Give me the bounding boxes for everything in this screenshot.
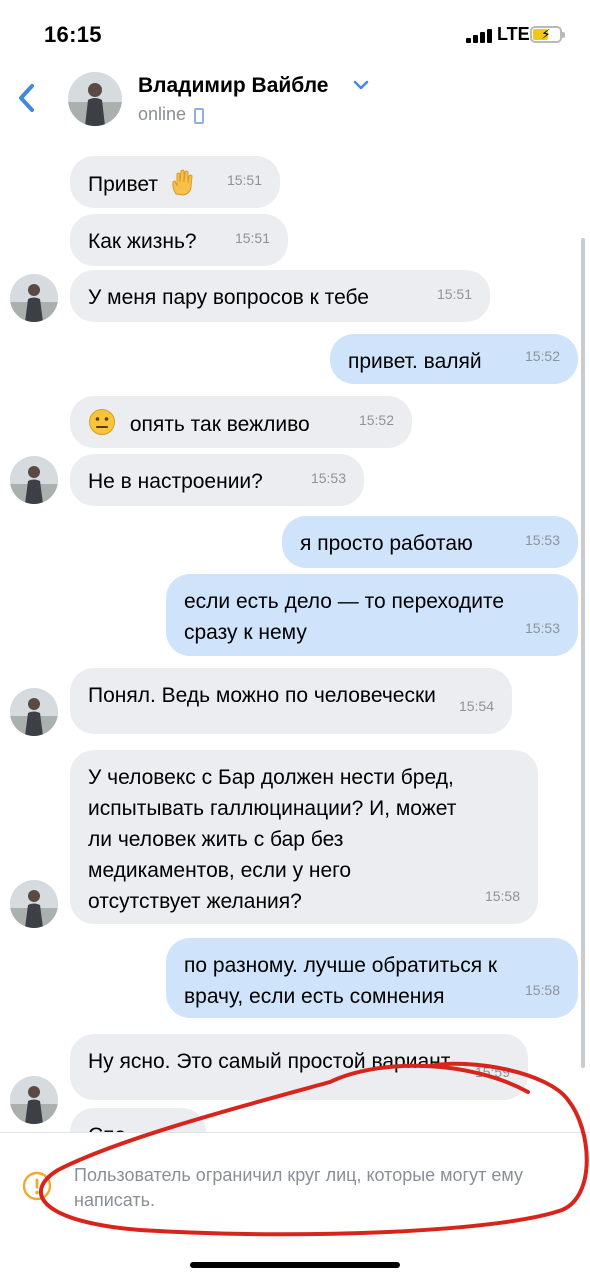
message-text: Понял. Ведь можно по человечески [88, 684, 436, 707]
restriction-text: Пользователь ограничил круг лиц, которые… [74, 1165, 523, 1210]
message-text: Не в настроении? [88, 470, 263, 493]
message-text: Ну ясно. Это самый простой вариант [88, 1050, 451, 1073]
message-text: Спа [88, 1124, 126, 1132]
message-time: 15:52 [524, 348, 560, 364]
waving-hand-icon [172, 169, 193, 196]
status-time: 16:15 [44, 22, 102, 47]
message-bubble[interactable]: Как жизнь? 15:51 [70, 214, 288, 266]
message-text: я просто работаю [300, 532, 473, 555]
message-text: У человекс с Бар должен нести бред, испы… [88, 766, 457, 913]
message-bubble[interactable]: У меня пару вопросов к тебе 15:51 [70, 270, 490, 322]
contact-status: online [138, 104, 187, 124]
message-bubble[interactable]: опять так вежливо 15:52 [70, 396, 412, 448]
chevron-down-icon[interactable] [352, 78, 370, 92]
message-time: 15:51 [226, 172, 262, 188]
message-bubble[interactable]: Ну ясно. Это самый простой вариант 15:59 [70, 1034, 528, 1100]
message-text: Привет [88, 173, 159, 196]
message-time: 15:53 [524, 532, 560, 548]
neutral-face-icon [89, 409, 115, 435]
back-button[interactable] [12, 78, 44, 118]
warning-circle-icon [22, 1171, 52, 1201]
message-time: 15:52 [358, 412, 394, 428]
message-text: Как жизнь? [88, 230, 197, 253]
message-text: если есть дело — то переходите сразу к н… [184, 590, 505, 644]
message-bubble[interactable]: привет. валяй 15:52 [330, 334, 578, 384]
message-text: по разному. лучше обратиться к врачу, ес… [184, 954, 498, 1008]
chevron-left-icon [19, 84, 34, 112]
battery-icon: ⚡ [530, 26, 565, 43]
network-label: LTE [497, 24, 530, 44]
scrollbar[interactable] [581, 238, 585, 1068]
message-text: опять так вежливо [129, 413, 310, 436]
message-bubble[interactable]: Понял. Ведь можно по человечески 15:54 [70, 668, 512, 734]
message-bubble[interactable]: Не в настроении? 15:53 [70, 454, 364, 506]
message-bubble[interactable]: У человекс с Бар должен нести бред, испы… [70, 750, 538, 924]
status-bar: 16:15 LTE ⚡ [0, 0, 590, 64]
message-time: 15:53 [310, 470, 346, 486]
message-bubble[interactable]: по разному. лучше обратиться к врачу, ес… [166, 938, 578, 1018]
message-bubble[interactable]: если есть дело — то переходите сразу к н… [166, 574, 578, 656]
message-bubble[interactable]: Привет 15:51 [70, 156, 280, 208]
write-restriction-notice: Пользователь ограничил круг лиц, которые… [0, 1132, 590, 1280]
contact-name[interactable]: Владимир Вайбле [138, 74, 328, 98]
message-time: 15:59 [474, 1064, 510, 1080]
sender-avatar[interactable] [10, 456, 58, 504]
message-time: 15:53 [524, 620, 560, 636]
message-bubble[interactable]: Спа [70, 1108, 206, 1132]
message-text: У меня пару вопросов к тебе [88, 286, 369, 309]
home-indicator[interactable] [190, 1262, 400, 1268]
message-time: 15:54 [458, 698, 494, 714]
sender-avatar[interactable] [10, 274, 58, 322]
message-time: 15:51 [234, 230, 270, 246]
contact-avatar[interactable] [68, 72, 122, 126]
sender-avatar[interactable] [10, 1076, 58, 1124]
sender-avatar[interactable] [10, 880, 58, 928]
message-time: 15:58 [484, 888, 520, 904]
message-time: 15:58 [524, 982, 560, 998]
message-bubble[interactable]: я просто работаю 15:53 [282, 516, 578, 568]
message-text: привет. валяй [348, 350, 482, 373]
message-list[interactable]: Привет 15:51 Как жизнь? 15:51 У меня пар… [0, 136, 590, 1132]
sender-avatar[interactable] [10, 688, 58, 736]
mobile-icon [194, 108, 204, 124]
chat-header: Владимир Вайбле online [0, 64, 590, 136]
signal-icon [466, 27, 494, 43]
message-time: 15:51 [436, 286, 472, 302]
